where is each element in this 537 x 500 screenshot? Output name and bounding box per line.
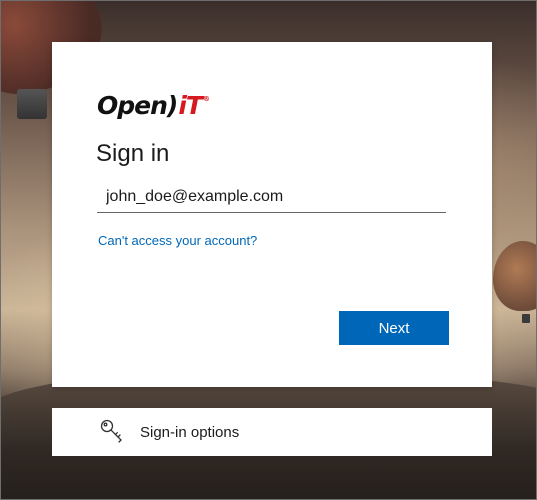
signin-options-label: Sign-in options xyxy=(140,424,240,441)
balloon-image xyxy=(493,241,536,311)
logo-paren-text: ) xyxy=(166,91,178,120)
balloon-basket-image xyxy=(17,89,47,119)
logo-registered-mark: ® xyxy=(202,95,210,103)
page-title: Sign in xyxy=(96,140,170,167)
company-logo: Open) i T ® xyxy=(97,90,210,120)
cant-access-account-link[interactable]: Can't access your account? xyxy=(98,233,257,248)
logo-open-text: Open xyxy=(97,91,168,120)
key-icon xyxy=(100,419,122,443)
logo-t-text: T xyxy=(185,91,203,120)
signin-options-button[interactable]: Sign-in options xyxy=(52,408,492,456)
signin-card: Open)iT® Sign in Can't access your accou… xyxy=(52,42,492,387)
next-button[interactable]: Next xyxy=(340,312,448,344)
balloon-basket-image xyxy=(522,314,530,323)
browser-window: Open)iT® Sign in Can't access your accou… xyxy=(0,0,537,500)
logo-i-text: i xyxy=(178,91,187,120)
email-field[interactable] xyxy=(97,182,446,213)
